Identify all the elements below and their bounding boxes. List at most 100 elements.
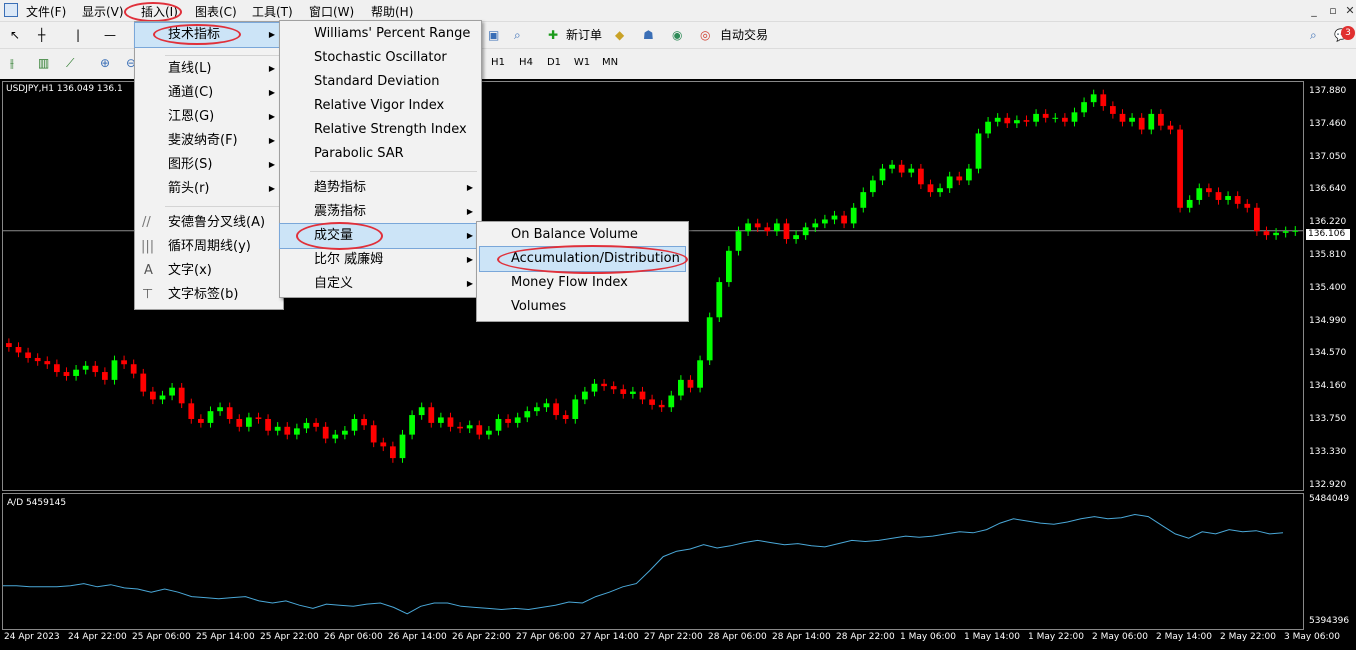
time-tick-label: 1 May 22:00 xyxy=(1028,632,1084,642)
candle-body xyxy=(793,235,799,240)
menu-item-text[interactable]: A 文字(x) xyxy=(135,259,283,283)
chevron-right-icon: ▶ xyxy=(268,184,275,193)
candle-body xyxy=(870,180,876,193)
price-tick-label: 135.810 xyxy=(1309,250,1347,260)
timeframe-w1[interactable]: W1 xyxy=(571,54,593,72)
candle-body xyxy=(1033,113,1039,122)
time-tick-label: 25 Apr 06:00 xyxy=(132,632,191,642)
navigator-icon[interactable]: ☗ xyxy=(643,24,654,46)
menu-item-mfi[interactable]: Money Flow Index xyxy=(477,271,688,295)
menu-item-text-label[interactable]: ⊤ 文字标签(b) xyxy=(135,283,283,307)
candle-body xyxy=(303,422,310,429)
timeframe-h1[interactable]: H1 xyxy=(487,54,509,72)
line-chart-icon[interactable]: ⟋ xyxy=(66,52,74,74)
candle-body xyxy=(889,164,895,169)
menu-item-williams[interactable]: Williams' Percent Range xyxy=(280,22,481,46)
auto-trading-button[interactable]: 自动交易 xyxy=(720,24,768,46)
timeframe-h4[interactable]: H4 xyxy=(515,54,537,72)
signals-icon[interactable]: ◉ xyxy=(672,24,682,46)
menu-insert[interactable]: 插入(I) xyxy=(141,3,178,20)
candle-body xyxy=(6,343,12,348)
menu-item-cycle-lines[interactable]: ||| 循环周期线(y) xyxy=(135,235,283,259)
menu-item-volumes[interactable]: 成交量 ▶ xyxy=(279,223,482,249)
menu-item-stochastic[interactable]: Stochastic Oscillator xyxy=(280,46,481,70)
menu-file[interactable]: 文件(F) xyxy=(26,3,66,20)
new-order-button[interactable]: 新订单 xyxy=(566,24,602,46)
cursor-icon[interactable]: ↖ xyxy=(10,24,20,46)
menu-item-accumulation-distribution[interactable]: Accumulation/Distribution xyxy=(479,246,686,272)
ad-indicator-chart[interactable] xyxy=(2,493,1304,630)
menu-item-oscillators[interactable]: 震荡指标 ▶ xyxy=(280,200,481,224)
zoom-in-icon[interactable]: ⊕ xyxy=(100,52,110,74)
candle-body xyxy=(82,365,89,370)
timeframe-d1[interactable]: D1 xyxy=(543,54,565,72)
menu-item-volumes-indicator[interactable]: Volumes xyxy=(477,295,688,319)
menu-view[interactable]: 显示(V) xyxy=(82,3,124,20)
menu-item-bill-williams[interactable]: 比尔 威廉姆 ▶ xyxy=(280,248,481,272)
menu-item-andrews-pitchfork[interactable]: //安德鲁分叉线(A) xyxy=(135,211,283,235)
candle-body xyxy=(1148,113,1155,130)
candle-body xyxy=(188,403,195,419)
candle-body xyxy=(754,223,761,228)
horizontal-line-icon[interactable]: — xyxy=(104,24,116,46)
indicators-menu: Williams' Percent Range Stochastic Oscil… xyxy=(279,20,482,298)
candle-body xyxy=(572,399,579,419)
close-button[interactable]: ✕ xyxy=(1342,4,1356,18)
minimize-button[interactable]: _ xyxy=(1306,4,1322,18)
window-icon[interactable]: ▣ xyxy=(488,24,499,46)
new-order-icon[interactable]: ✚ xyxy=(548,24,558,46)
candle-body xyxy=(370,425,377,443)
menu-help[interactable]: 帮助(H) xyxy=(371,3,413,20)
restore-button[interactable]: ▫ xyxy=(1325,4,1341,18)
price-tick-label: 136.220 xyxy=(1309,217,1347,228)
candle-body xyxy=(63,372,70,376)
menu-window[interactable]: 窗口(W) xyxy=(309,3,354,20)
candle-body xyxy=(1110,106,1116,114)
timeframe-mn[interactable]: MN xyxy=(599,54,621,72)
menu-item-indicators[interactable]: 技术指标 ▶ xyxy=(134,22,284,48)
menu-item-lines[interactable]: 直线(L) ▶ xyxy=(135,57,283,81)
menu-item-std-dev[interactable]: Standard Deviation xyxy=(280,70,481,94)
price-tick-label: 137.460 xyxy=(1309,118,1347,129)
metaeditor-icon[interactable]: ◆ xyxy=(615,24,624,46)
candle-body xyxy=(130,364,137,374)
menu-item-gann[interactable]: 江恩(G) ▶ xyxy=(135,105,283,129)
zoom-page-icon[interactable]: ⌕ xyxy=(514,24,521,46)
candle-body xyxy=(908,168,915,173)
crosshair-icon[interactable]: ┼ xyxy=(38,24,45,46)
candle-body xyxy=(543,403,550,408)
candle-body xyxy=(178,387,185,404)
bar-chart-icon[interactable]: ⫲ xyxy=(10,52,14,74)
candle-body xyxy=(150,391,156,400)
candle-body xyxy=(342,430,348,435)
menu-item-rvi[interactable]: Relative Vigor Index xyxy=(280,94,481,118)
candlestick-icon[interactable]: ▥ xyxy=(38,52,49,74)
menu-item-fibonacci[interactable]: 斐波纳奇(F) ▶ xyxy=(135,129,283,153)
candle-body xyxy=(226,407,233,419)
candle-body xyxy=(409,415,415,435)
candle-body xyxy=(841,215,847,224)
candle-body xyxy=(1177,129,1183,208)
search-icon[interactable]: ⌕ xyxy=(1310,24,1317,46)
candle-body xyxy=(745,223,751,232)
menu-item-custom[interactable]: 自定义 ▶ xyxy=(280,272,481,296)
chevron-right-icon: ▶ xyxy=(466,207,473,216)
auto-trading-icon[interactable]: ◎ xyxy=(700,24,710,46)
candle-body xyxy=(73,369,79,376)
candle-body xyxy=(966,168,972,181)
menu-charts[interactable]: 图表(C) xyxy=(195,3,237,20)
candle-body xyxy=(1071,112,1078,122)
menu-item-arrows[interactable]: 箭头(r) ▶ xyxy=(135,177,283,201)
candle-body xyxy=(1090,94,1097,103)
candle-body xyxy=(726,250,732,283)
menu-item-rsi[interactable]: Relative Strength Index xyxy=(280,118,481,142)
menu-item-obv[interactable]: On Balance Volume xyxy=(477,223,688,247)
menu-item-channels[interactable]: 通道(C) ▶ xyxy=(135,81,283,105)
time-tick-label: 28 Apr 22:00 xyxy=(836,632,895,642)
candle-body xyxy=(44,361,51,365)
menu-item-parabolic-sar[interactable]: Parabolic SAR xyxy=(280,142,481,166)
vertical-line-icon[interactable]: | xyxy=(76,24,80,46)
menu-item-trend[interactable]: 趋势指标 ▶ xyxy=(280,176,481,200)
menu-item-shapes[interactable]: 图形(S) ▶ xyxy=(135,153,283,177)
menu-tools[interactable]: 工具(T) xyxy=(252,3,293,20)
